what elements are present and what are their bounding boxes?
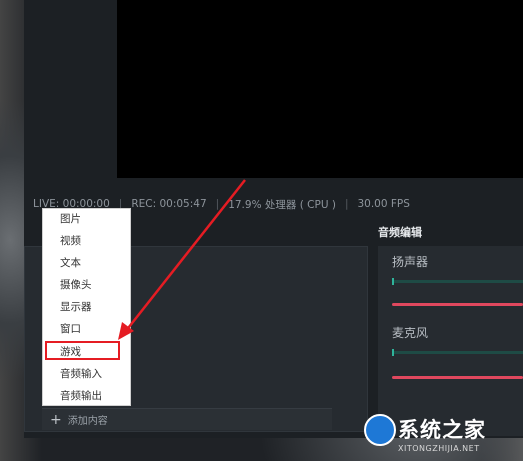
menu-item-text[interactable]: 文本 [43, 251, 132, 273]
watermark-logo-icon [364, 414, 396, 446]
menu-item-audio-input[interactable]: 音频输入 [43, 362, 132, 384]
menu-item-image[interactable]: 图片 [43, 207, 132, 229]
microphone-level-meter [392, 349, 523, 356]
menu-item-audio-output[interactable]: 音频输出 [43, 384, 132, 406]
speaker-level-meter [392, 278, 523, 285]
cpu-usage: 17.9% 处理器 ( CPU ) [228, 198, 336, 211]
plus-icon: + [50, 411, 62, 428]
source-type-menu: 图片 视频 文本 摄像头 显示器 窗口 游戏 音频输入 音频输出 [42, 208, 131, 406]
menu-item-video[interactable]: 视频 [43, 229, 132, 251]
preview-canvas [117, 0, 523, 178]
microphone-volume-slider[interactable] [392, 376, 523, 379]
watermark: 系统之家 XITONGZHIJIA.NET [352, 406, 523, 461]
add-content-label: 添加内容 [67, 416, 108, 427]
watermark-subtext: XITONGZHIJIA.NET [398, 444, 480, 453]
watermark-text: 系统之家 [398, 418, 486, 442]
menu-item-display[interactable]: 显示器 [43, 295, 132, 317]
rec-timer: REC: 00:05:47 [131, 198, 207, 210]
audio-editor-title: 音频编辑 [378, 226, 422, 239]
fps-readout: 30.00 FPS [357, 198, 410, 210]
speaker-label: 扬声器 [392, 255, 429, 269]
menu-item-camera[interactable]: 摄像头 [43, 273, 132, 295]
speaker-volume-slider[interactable] [392, 303, 523, 306]
microphone-label: 麦克风 [392, 326, 429, 340]
add-content-button[interactable]: + 添加内容 [42, 408, 332, 430]
game-highlight-box [45, 341, 120, 360]
menu-item-window[interactable]: 窗口 [43, 317, 132, 339]
